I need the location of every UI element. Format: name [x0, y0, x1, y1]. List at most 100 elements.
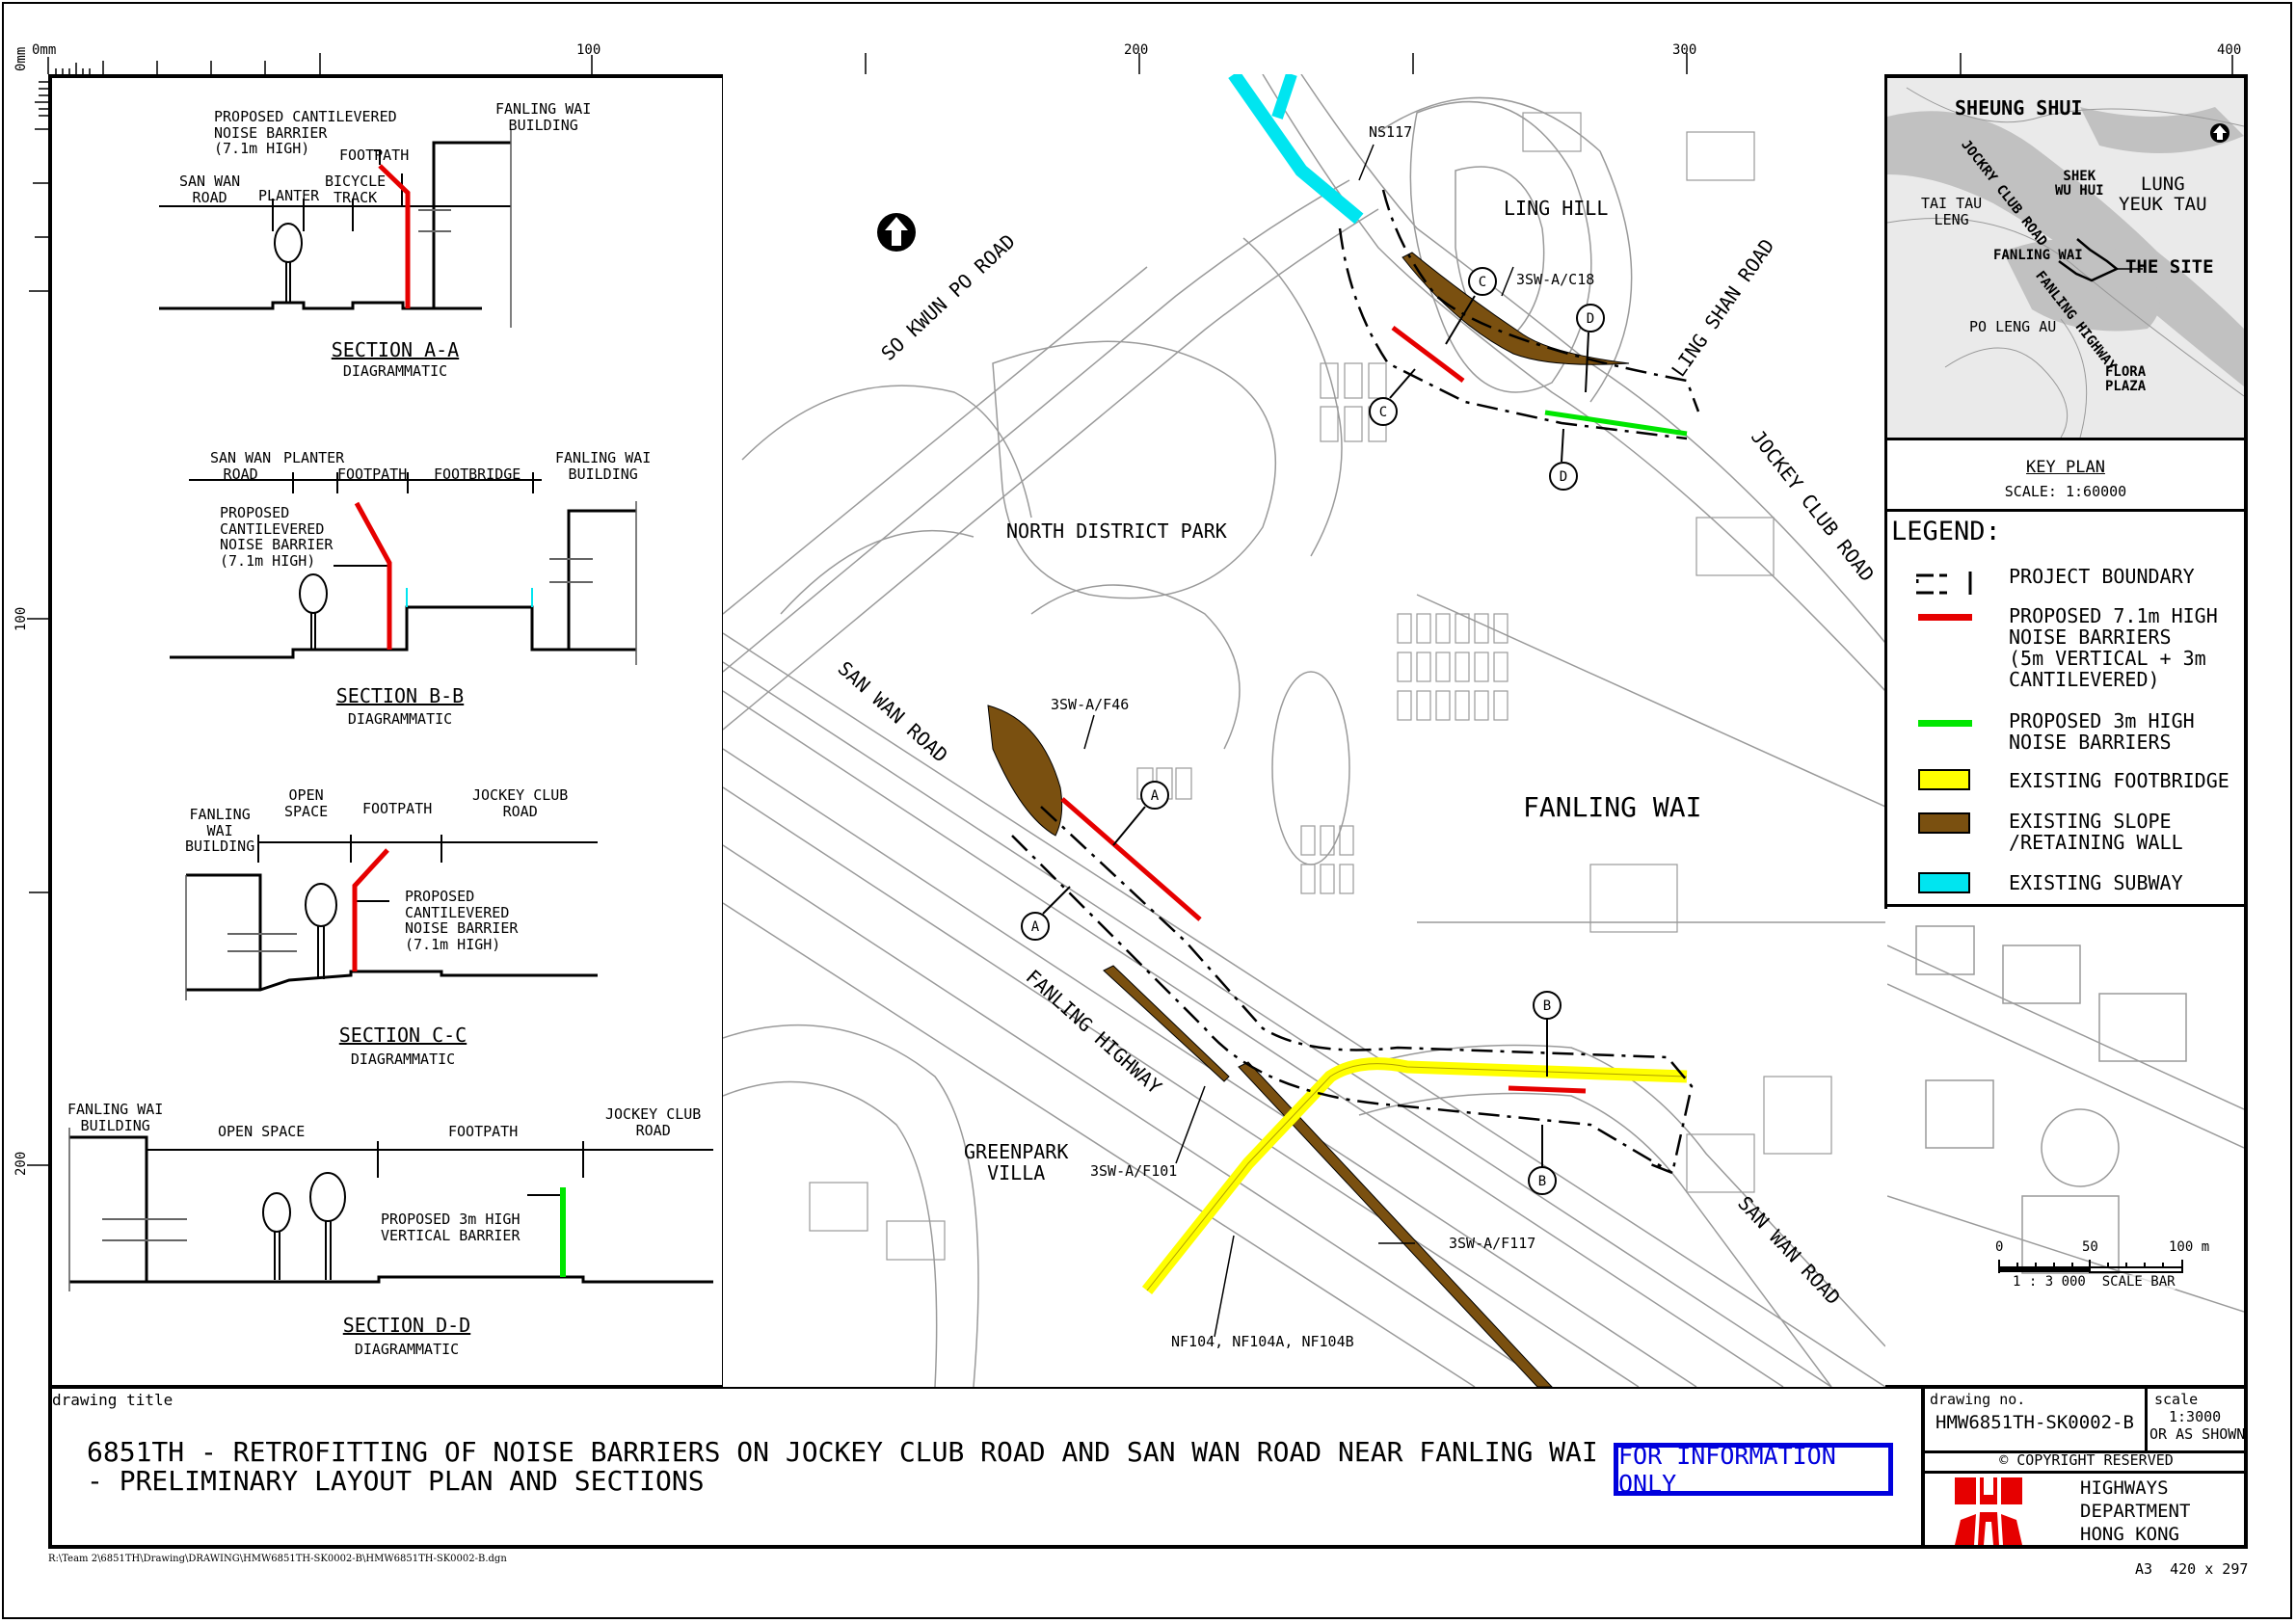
section-b-b-subtitle: DIAGRAMMATIC [347, 710, 453, 728]
label-open-space-c: OPEN SPACE [284, 786, 329, 820]
label-road-c: JOCKEY CLUB ROAD [472, 786, 569, 820]
section-marker-label: A [1151, 788, 1160, 804]
scale-bar-tick-0: 0 [1995, 1239, 2004, 1255]
left-ruler-ticks [27, 81, 48, 1166]
department-name: HIGHWAYS DEPARTMENT HONG KONG [2080, 1477, 2191, 1545]
scale-bar-tick-50: 50 [2082, 1239, 2098, 1255]
drawing-title-line2: - PRELIMINARY LAYOUT PLAN AND SECTIONS [87, 1465, 705, 1497]
sheet-size: A3 420 x 297 [2135, 1560, 2249, 1578]
scale-note: OR AS SHOWN [2149, 1425, 2246, 1443]
legend-label-footbridge: EXISTING FOOTBRIDGE [2009, 769, 2229, 792]
section-marker-label: C [1479, 275, 1486, 290]
legend-symbol-slope [1918, 812, 1970, 834]
legend-symbol-7m-barrier [1918, 614, 1972, 621]
section-b-b-title: SECTION B-B [335, 684, 465, 707]
map-label-ling-hill: LING HILL [1504, 197, 1609, 220]
section-d-d-title: SECTION D-D [342, 1314, 471, 1337]
drawing-no: HMW6851TH-SK0002-B [1936, 1412, 2134, 1433]
map-label-greenpark-villa: GREENPARK VILLA [964, 1140, 1069, 1184]
label-planter-a: PLANTER [258, 187, 320, 204]
callout-3sw-a-f101: 3SW-A/F101 [1090, 1162, 1178, 1180]
legend-label-project-boundary: PROJECT BOUNDARY [2009, 565, 2195, 588]
divider-copyright-bottom [1921, 1471, 2248, 1474]
highways-department-logo-icon [1955, 1477, 2022, 1545]
legend-symbol-3m-barrier [1918, 720, 1972, 727]
scale-value: 1:3000 [2169, 1408, 2222, 1425]
callout-3sw-a-f117: 3SW-A/F117 [1449, 1235, 1536, 1252]
legend-title: LEGEND: [1891, 517, 2001, 546]
section-marker-label: C [1379, 405, 1387, 420]
key-plan-label-tai-tau-leng: TAI TAU LENG [1921, 195, 1983, 228]
label-barrier-b: PROPOSED CANTILEVERED NOISE BARRIER (7.1… [220, 504, 334, 570]
callout-ns117: NS117 [1369, 123, 1413, 141]
map-continuation-base [1887, 925, 2244, 1313]
drawing-title-label: drawing title [52, 1391, 174, 1409]
legend-label-3m-barrier: PROPOSED 3m HIGH NOISE BARRIERS [2009, 709, 2195, 754]
callout-3sw-a-f46: 3SW-A/F46 [1051, 696, 1130, 713]
section-c-c-subtitle: DIAGRAMMATIC [350, 1051, 456, 1068]
section-marker-label: D [1560, 469, 1567, 485]
label-road-d: JOCKEY CLUB ROAD [605, 1105, 702, 1139]
key-plan-label-fanling-wai: FANLING WAI [1993, 248, 2083, 263]
label-building-c: FANLING WAI BUILDING [185, 806, 255, 855]
drawing-title-line1: 6851TH - RETROFITTING OF NOISE BARRIERS … [87, 1436, 1598, 1468]
section-marker-label: B [1543, 998, 1551, 1014]
map-label-fanling-wai: FANLING WAI [1523, 791, 1702, 823]
file-path: R:\Team 2\6851TH\Drawing\DRAWING\HMW6851… [48, 1554, 507, 1564]
section-marker-label: A [1031, 919, 1040, 935]
label-road-b: SAN WAN ROAD [210, 449, 272, 483]
divider-key-plan [1884, 438, 2248, 440]
key-plan-title: KEY PLAN [2026, 458, 2105, 477]
drawing-no-label: drawing no. [1930, 1391, 2026, 1408]
key-plan-map: SHEUNG SHUI JOCKRY CLUB ROAD SHEK WU HUI… [1887, 78, 2244, 438]
section-marker-label: B [1538, 1174, 1546, 1189]
legend-label-subway: EXISTING SUBWAY [2009, 871, 2183, 894]
section-marker-label: D [1587, 311, 1594, 327]
map-label-north-district-park: NORTH DISTRICT PARK [1006, 519, 1227, 543]
section-d-d-drawing [68, 1128, 713, 1291]
key-plan-label-flora-plaza: FLORA PLAZA [2105, 364, 2147, 395]
key-plan-label-the-site: THE SITE [2125, 256, 2214, 278]
key-plan-scale: SCALE: 1:60000 [2004, 483, 2127, 500]
label-footpath-d: FOOTPATH [448, 1123, 519, 1140]
label-footpath-c: FOOTPATH [362, 800, 433, 817]
callout-nf104: NF104, NF104A, NF104B [1171, 1333, 1354, 1350]
section-c-c-title: SECTION C-C [338, 1024, 467, 1047]
key-plan-label-shek-wu-hui: SHEK WU HUI [2055, 169, 2104, 200]
scale-bar-caption: 1 : 3 000 SCALE BAR [2013, 1274, 2176, 1290]
section-a-a-subtitle: DIAGRAMMATIC [342, 362, 448, 380]
legend-label-7m-barrier: PROPOSED 7.1m HIGH NOISE BARRIERS (5m VE… [2009, 604, 2218, 691]
section-d-d-subtitle: DIAGRAMMATIC [354, 1341, 460, 1358]
ruler-left-0: 0mm [13, 46, 29, 71]
section-a-a-title: SECTION A-A [331, 338, 460, 361]
label-building-a: FANLING WAI BUILDING [495, 100, 592, 134]
label-bicycle-a: BICYCLE TRACK [325, 173, 387, 206]
label-footbridge-b: FOOTBRIDGE [434, 466, 521, 483]
callout-3sw-a-c18: 3SW-A/C18 [1516, 271, 1595, 288]
label-barrier-c: PROPOSED CANTILEVERED NOISE BARRIER (7.1… [405, 888, 519, 953]
label-barrier-d: PROPOSED 3m HIGH VERTICAL BARRIER [381, 1211, 521, 1244]
legend-symbol-project-boundary [1916, 572, 1972, 595]
label-planter-b: PLANTER [283, 449, 345, 466]
key-plan-label-lung-yeuk-tau: LUNG YEUK TAU [2119, 173, 2207, 215]
key-plan-label-sheung-shui: SHEUNG SHUI [1955, 96, 2083, 120]
copyright-notice: © COPYRIGHT RESERVED [1999, 1451, 2174, 1469]
for-information-only-stamp: FOR INFORMATION ONLY [1614, 1441, 1893, 1498]
scale-bar-tick-100: 100 m [2169, 1239, 2210, 1255]
label-building-d: FANLING WAI BUILDING [67, 1101, 164, 1134]
label-footpath-a: FOOTPATH [339, 146, 410, 164]
label-open-space-d: OPEN SPACE [218, 1123, 306, 1140]
label-footpath-b: FOOTPATH [337, 466, 408, 483]
label-road-a: SAN WAN ROAD [179, 173, 241, 206]
map-continuation: 0 50 100 m 1 : 3 000 SCALE BAR [1887, 907, 2244, 1385]
key-plan-north-arrow-icon [2210, 123, 2229, 143]
layout-plan-map[interactable]: C D C D A A B B SO KWUN PO ROAD NORTH DI… [723, 74, 1885, 1387]
divider-drawno-scale [2145, 1385, 2148, 1453]
label-building-b: FANLING WAI BUILDING [555, 449, 652, 483]
key-plan-label-po-leng-au: PO LENG AU [1969, 318, 2057, 335]
scale-label: scale [2154, 1391, 2199, 1408]
legend-label-slope: EXISTING SLOPE /RETAINING WALL [2009, 810, 2183, 854]
legend-symbol-subway [1918, 872, 1970, 893]
legend-panel: LEGEND: PROJECT BOUNDARY PROPOSED 7.1m H… [1887, 512, 2244, 905]
stamp-text: FOR INFORMATION ONLY [1618, 1441, 1836, 1498]
